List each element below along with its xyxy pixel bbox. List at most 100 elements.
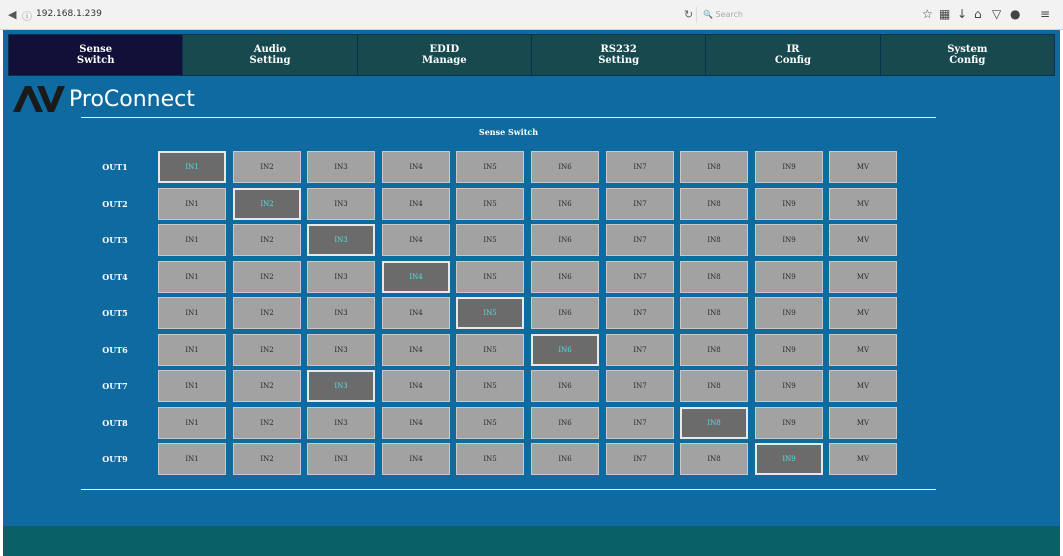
out5-in7-button[interactable]: IN7 [606,297,674,329]
out5-in8-button[interactable]: IN8 [680,297,748,329]
out1-in5-button[interactable]: IN5 [456,151,524,183]
out2-in2-button[interactable]: IN2 [233,188,301,220]
out6-in6-button[interactable]: IN6 [531,334,599,366]
out6-in3-button[interactable]: IN3 [307,334,375,366]
out9-in8-button[interactable]: IN8 [680,443,748,475]
out7-in8-button[interactable]: IN8 [680,370,748,402]
out3-in3-button[interactable]: IN3 [307,224,375,256]
out6-mv-button[interactable]: MV [829,334,897,366]
out2-in8-button[interactable]: IN8 [680,188,748,220]
out9-in2-button[interactable]: IN2 [233,443,301,475]
out4-in2-button[interactable]: IN2 [233,261,301,293]
out3-in9-button[interactable]: IN9 [755,224,823,256]
out4-in1-button[interactable]: IN1 [158,261,226,293]
out8-in4-button[interactable]: IN4 [382,407,450,439]
out6-in9-button[interactable]: IN9 [755,334,823,366]
out8-mv-button[interactable]: MV [829,407,897,439]
out3-in2-button[interactable]: IN2 [233,224,301,256]
out1-in2-button[interactable]: IN2 [233,151,301,183]
url-bar[interactable]: 192.168.1.239 [36,9,102,19]
out4-in5-button[interactable]: IN5 [456,261,524,293]
out1-mv-button[interactable]: MV [829,151,897,183]
out9-in7-button[interactable]: IN7 [606,443,674,475]
info-icon[interactable]: ⓘ [22,8,32,23]
out4-in9-button[interactable]: IN9 [755,261,823,293]
out5-in3-button[interactable]: IN3 [307,297,375,329]
tab-ir-config[interactable]: IR Config [706,35,881,75]
out9-in1-button[interactable]: IN1 [158,443,226,475]
out9-in6-button[interactable]: IN6 [531,443,599,475]
out6-in8-button[interactable]: IN8 [680,334,748,366]
out6-in1-button[interactable]: IN1 [158,334,226,366]
out2-in7-button[interactable]: IN7 [606,188,674,220]
out2-in4-button[interactable]: IN4 [382,188,450,220]
out7-in7-button[interactable]: IN7 [606,370,674,402]
out8-in5-button[interactable]: IN5 [456,407,524,439]
out2-mv-button[interactable]: MV [829,188,897,220]
out7-in9-button[interactable]: IN9 [755,370,823,402]
out3-in7-button[interactable]: IN7 [606,224,674,256]
out9-in5-button[interactable]: IN5 [456,443,524,475]
out8-in9-button[interactable]: IN9 [755,407,823,439]
out7-in3-button[interactable]: IN3 [307,370,375,402]
out1-in7-button[interactable]: IN7 [606,151,674,183]
out6-in2-button[interactable]: IN2 [233,334,301,366]
out4-in8-button[interactable]: IN8 [680,261,748,293]
download-icon[interactable]: ↓ [957,7,967,21]
out5-mv-button[interactable]: MV [829,297,897,329]
out8-in7-button[interactable]: IN7 [606,407,674,439]
tab-rs232-setting[interactable]: RS232 Setting [531,35,707,75]
out1-in4-button[interactable]: IN4 [382,151,450,183]
out5-in2-button[interactable]: IN2 [233,297,301,329]
out7-in6-button[interactable]: IN6 [531,370,599,402]
out2-in5-button[interactable]: IN5 [456,188,524,220]
out9-mv-button[interactable]: MV [829,443,897,475]
out7-in1-button[interactable]: IN1 [158,370,226,402]
search-input[interactable]: 🔍 Search [696,7,904,23]
out7-in2-button[interactable]: IN2 [233,370,301,402]
tab-sense-switch[interactable]: Sense Switch [9,35,184,75]
star-icon[interactable]: ☆ [922,7,933,21]
out4-in6-button[interactable]: IN6 [531,261,599,293]
out8-in1-button[interactable]: IN1 [158,407,226,439]
out5-in6-button[interactable]: IN6 [531,297,599,329]
out8-in2-button[interactable]: IN2 [233,407,301,439]
out6-in7-button[interactable]: IN7 [606,334,674,366]
out1-in8-button[interactable]: IN8 [680,151,748,183]
out3-in8-button[interactable]: IN8 [680,224,748,256]
back-icon[interactable]: ◀ [8,8,16,21]
pocket-icon[interactable]: ▽ [992,7,1001,21]
reading-list-icon[interactable]: ▦ [939,7,950,21]
tab-system-config[interactable]: System Config [880,35,1054,75]
out4-mv-button[interactable]: MV [829,261,897,293]
out8-in8-button[interactable]: IN8 [680,407,748,439]
out1-in9-button[interactable]: IN9 [755,151,823,183]
out7-in4-button[interactable]: IN4 [382,370,450,402]
out8-in3-button[interactable]: IN3 [307,407,375,439]
out5-in9-button[interactable]: IN9 [755,297,823,329]
out9-in3-button[interactable]: IN3 [307,443,375,475]
out1-in3-button[interactable]: IN3 [307,151,375,183]
out5-in4-button[interactable]: IN4 [382,297,450,329]
out1-in1-button[interactable]: IN1 [158,151,226,183]
out5-in1-button[interactable]: IN1 [158,297,226,329]
out6-in4-button[interactable]: IN4 [382,334,450,366]
home-icon[interactable]: ⌂ [974,7,982,21]
out6-in5-button[interactable]: IN5 [456,334,524,366]
out3-in6-button[interactable]: IN6 [531,224,599,256]
out3-mv-button[interactable]: MV [829,224,897,256]
out1-in6-button[interactable]: IN6 [531,151,599,183]
out8-in6-button[interactable]: IN6 [531,407,599,439]
out2-in6-button[interactable]: IN6 [531,188,599,220]
out9-in4-button[interactable]: IN4 [382,443,450,475]
out7-in5-button[interactable]: IN5 [456,370,524,402]
out4-in4-button[interactable]: IN4 [382,261,450,293]
out3-in5-button[interactable]: IN5 [456,224,524,256]
reload-icon[interactable]: ↻ [684,8,693,21]
out3-in4-button[interactable]: IN4 [382,224,450,256]
out4-in7-button[interactable]: IN7 [606,261,674,293]
out3-in1-button[interactable]: IN1 [158,224,226,256]
out5-in5-button[interactable]: IN5 [456,297,524,329]
tab-edid-manage[interactable]: EDID Manage [357,35,532,75]
out4-in3-button[interactable]: IN3 [307,261,375,293]
